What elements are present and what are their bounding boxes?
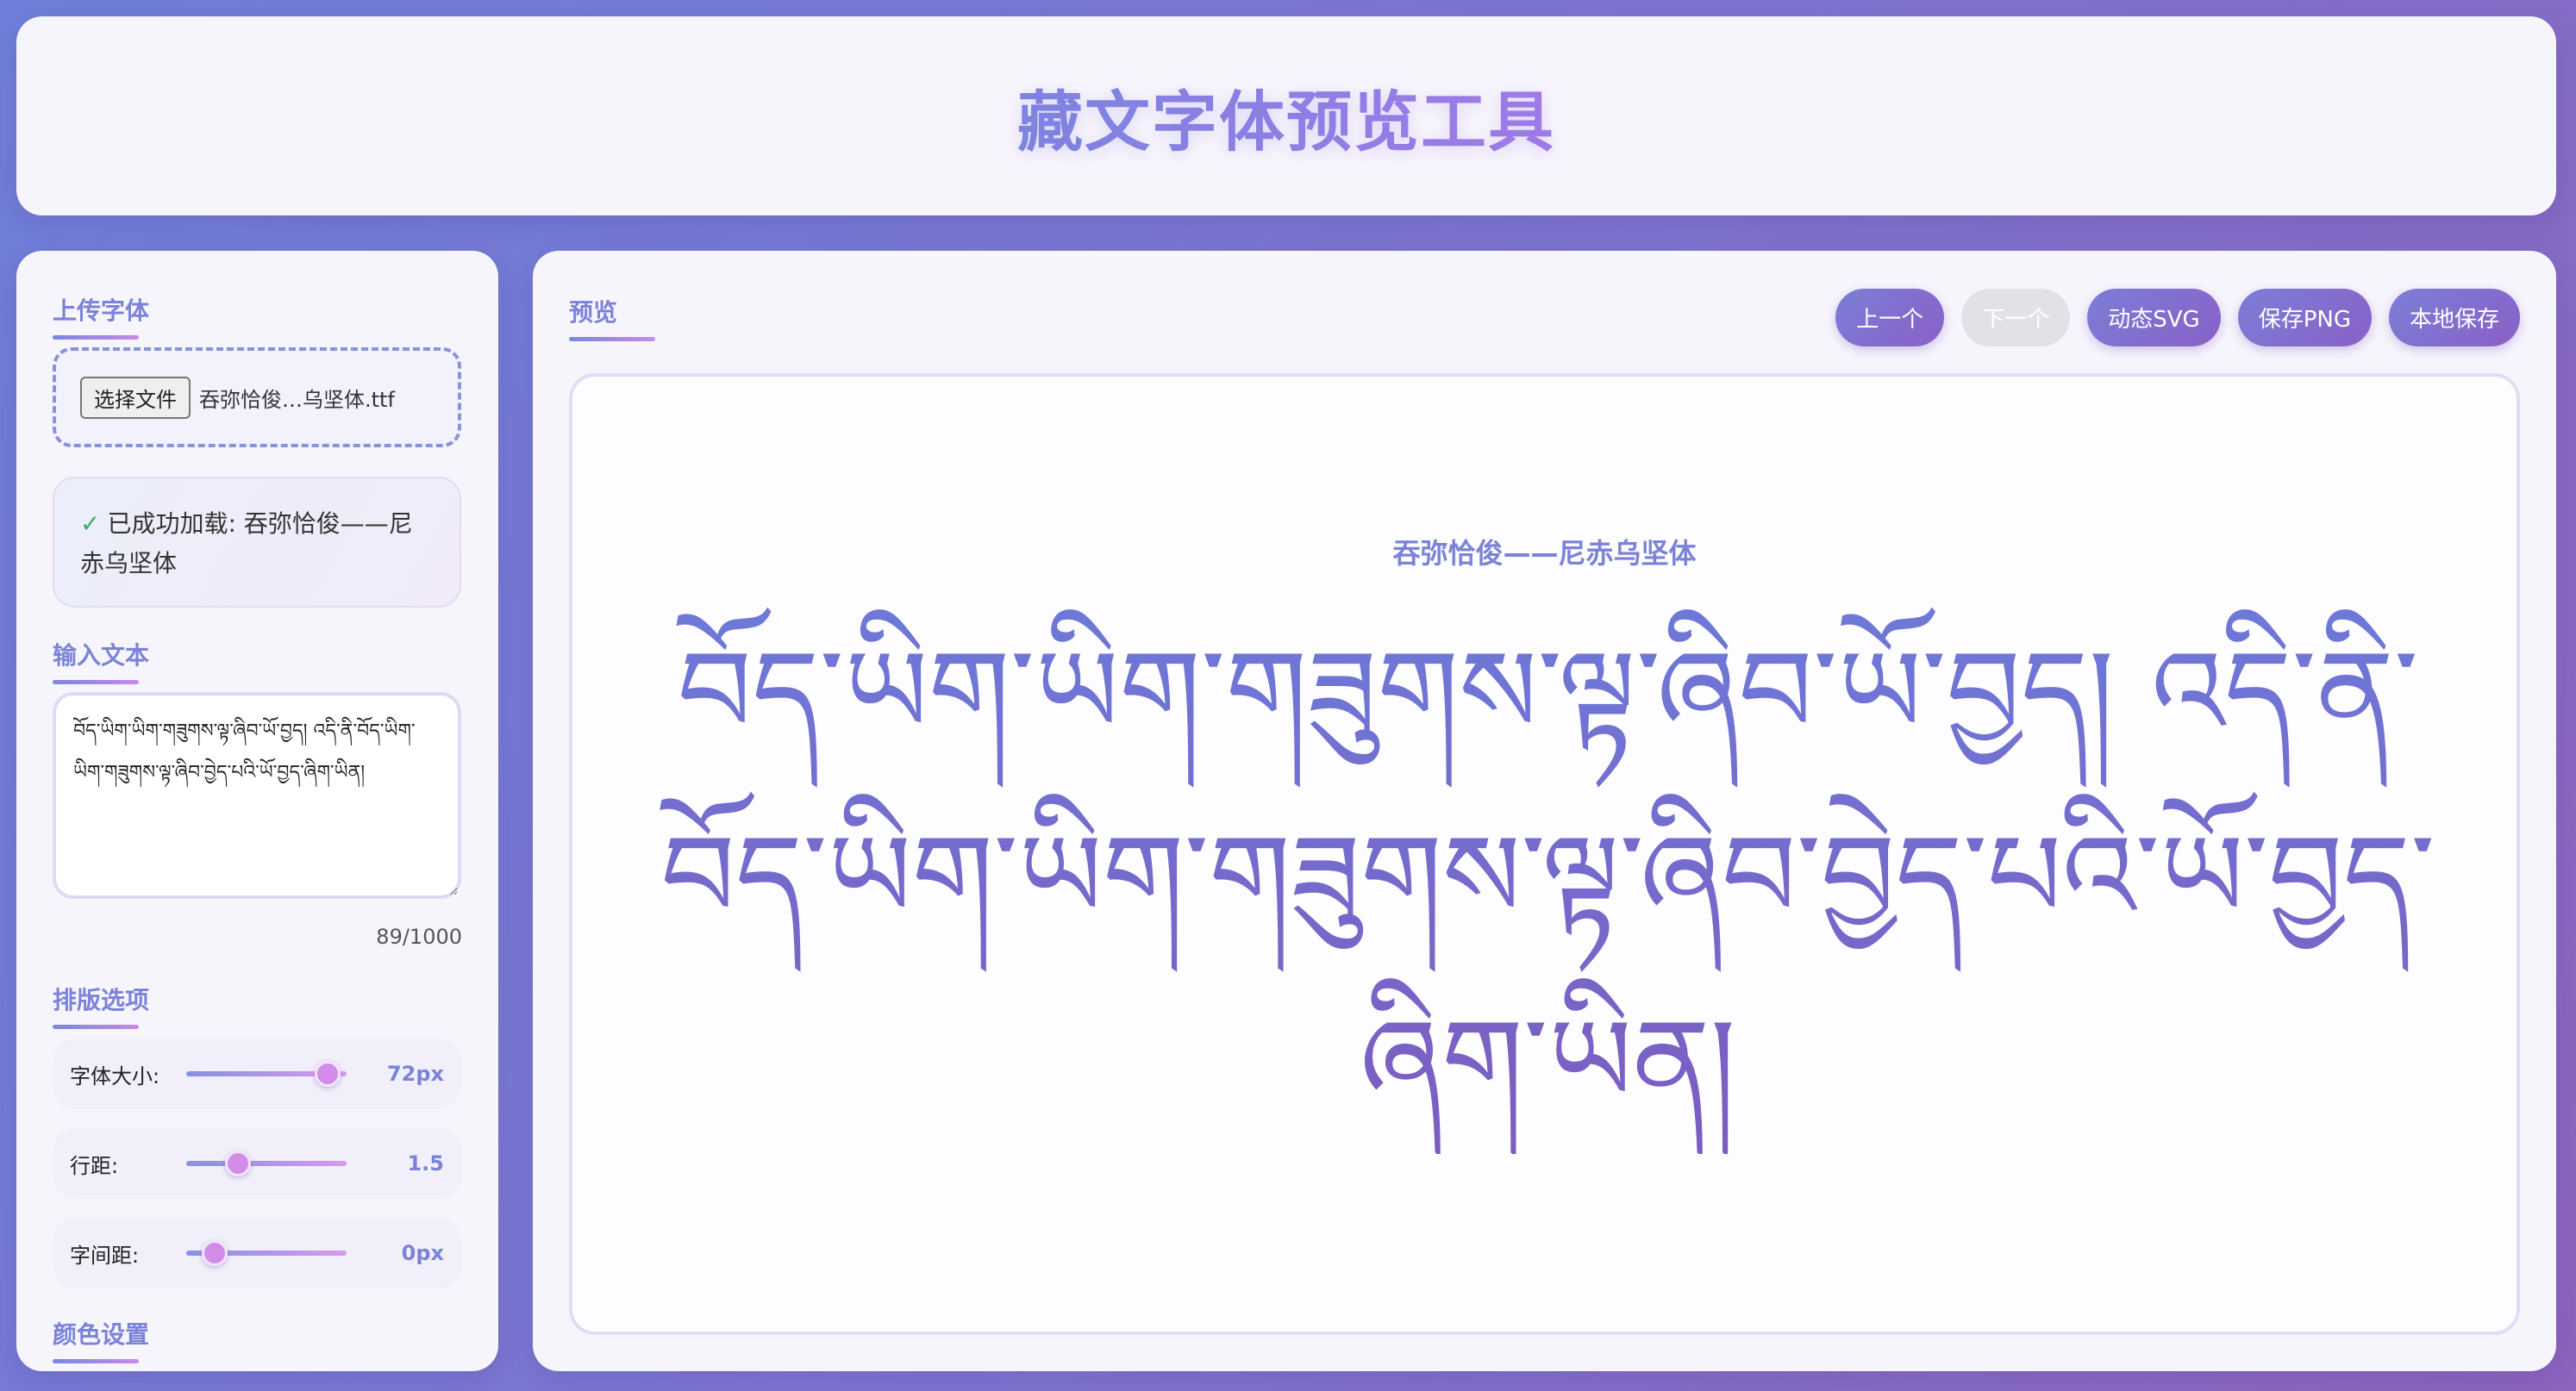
line-height-control: 行距: 1.5	[53, 1128, 461, 1199]
prev-button[interactable]: 上一个	[1835, 289, 1945, 346]
color-section-title: 颜色设置	[53, 1316, 149, 1363]
page-title: 藏文字体预览工具	[1017, 69, 1555, 164]
font-size-control: 字体大小: 72px	[53, 1039, 461, 1109]
line-height-slider[interactable]	[186, 1151, 347, 1176]
text-input[interactable]: བོད་ཡིག་ཡིག་གཟུགས་ལྟ་ཞིབ་ཡོ་བྱད། འདི་ནི་…	[53, 692, 461, 899]
line-height-label: 行距:	[70, 1153, 119, 1178]
preview-text: བོད་ཡིག་ཡིག་གཟུགས་ལྟ་ཞིབ་ཡོ་བྱད། འདི་ནི་…	[624, 601, 2472, 1154]
font-size-label: 字体大小:	[70, 1064, 160, 1088]
input-section-title: 输入文本	[53, 637, 149, 684]
app-header: 藏文字体预览工具	[16, 16, 2556, 215]
sidebar-panel: 上传字体 选择文件 吞弥恰俊…乌坚体.ttf ✓ 已成功加载: 吞弥恰俊——尼赤乌…	[16, 251, 498, 1371]
letter-spacing-slider-thumb[interactable]	[202, 1240, 228, 1266]
dynamic-svg-button[interactable]: 动态SVG	[2087, 289, 2221, 346]
check-icon: ✓	[80, 509, 101, 538]
choose-file-button[interactable]: 选择文件	[80, 376, 191, 419]
load-status-message: ✓ 已成功加载: 吞弥恰俊——尼赤乌坚体	[53, 477, 461, 608]
next-button[interactable]: 下一个	[1961, 289, 2071, 346]
font-size-slider-thumb[interactable]	[314, 1061, 341, 1087]
preview-section-title: 预览	[569, 294, 655, 341]
local-save-button[interactable]: 本地保存	[2388, 289, 2520, 346]
save-png-button[interactable]: 保存PNG	[2237, 289, 2372, 346]
letter-spacing-value: 0px	[401, 1241, 444, 1265]
layout-section-title: 排版选项	[53, 982, 149, 1029]
line-height-value: 1.5	[407, 1151, 444, 1176]
letter-spacing-label: 字间距:	[70, 1243, 140, 1268]
font-upload-dropzone[interactable]: 选择文件 吞弥恰俊…乌坚体.ttf	[53, 347, 461, 447]
preview-font-name: 吞弥恰俊——尼赤乌坚体	[1392, 537, 1697, 570]
font-size-slider[interactable]	[186, 1061, 347, 1087]
preview-canvas: 吞弥恰俊——尼赤乌坚体 བོད་ཡིག་ཡིག་གཟུགས་ལྟ་ཞིབ་ཡོ་…	[569, 373, 2520, 1335]
line-height-slider-thumb[interactable]	[224, 1151, 251, 1176]
character-counter: 89/1000	[376, 925, 462, 949]
selected-file-name: 吞弥恰俊…乌坚体.ttf	[199, 387, 395, 412]
upload-section-title: 上传字体	[53, 292, 149, 340]
preview-panel: 预览 上一个 下一个 动态SVG 保存PNG 本地保存 吞弥恰俊——尼赤乌坚体 …	[533, 251, 2556, 1371]
font-size-value: 72px	[386, 1062, 444, 1086]
letter-spacing-slider[interactable]	[186, 1240, 347, 1266]
letter-spacing-control: 字间距: 0px	[53, 1218, 461, 1288]
preview-toolbar: 上一个 下一个 动态SVG 保存PNG 本地保存	[1835, 289, 2520, 346]
load-status-text: 已成功加载: 吞弥恰俊——尼赤乌坚体	[80, 509, 413, 577]
